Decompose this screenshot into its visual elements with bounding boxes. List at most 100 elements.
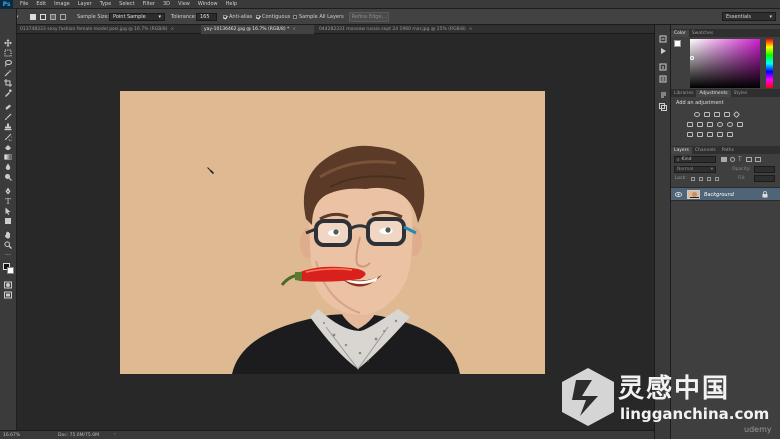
color-balance-icon[interactable] [697,122,703,127]
brightness-contrast-icon[interactable] [694,112,700,117]
anti-alias-checkbox[interactable]: Anti-alias [223,12,252,22]
eye-icon[interactable] [675,192,682,197]
curves-icon[interactable] [714,112,720,117]
menu-file[interactable]: File [16,1,32,7]
close-icon[interactable]: × [292,27,296,32]
tab-swatches[interactable]: Swatches [689,30,717,37]
eyedropper-tool-icon[interactable] [3,89,13,97]
menu-window[interactable]: Window [194,1,222,7]
info-icon[interactable] [659,63,667,71]
filter-type-icon[interactable]: T [738,156,742,163]
hand-tool-icon[interactable] [3,231,13,239]
intersect-selection-icon[interactable] [60,12,68,22]
shape-tool-icon[interactable] [3,217,13,225]
close-icon[interactable]: × [469,27,473,32]
chevron-right-icon[interactable]: › [114,432,116,437]
pen-tool-icon[interactable] [3,187,13,195]
dodge-tool-icon[interactable] [3,173,13,181]
brush-tool-icon[interactable] [3,113,13,121]
tab-layers[interactable]: Layers [671,147,692,154]
path-selection-icon[interactable] [3,207,13,215]
tab-channels[interactable]: Channels [692,147,719,154]
workspace-switcher[interactable]: Essentials ▾ [722,12,776,21]
tab-paths[interactable]: Paths [719,147,737,154]
layer-row-background[interactable]: Background [671,187,780,201]
properties-icon[interactable] [659,75,667,83]
menu-view[interactable]: View [174,1,194,7]
type-tool-icon[interactable]: T [3,197,13,206]
menu-image[interactable]: Image [50,1,74,7]
foreground-color-swatch[interactable] [674,40,681,47]
lock-all-icon[interactable] [715,177,719,181]
threshold-icon[interactable] [707,132,713,137]
tab-color[interactable]: Color [671,30,689,37]
move-tool-icon[interactable] [3,39,13,47]
blur-tool-icon[interactable] [3,163,13,171]
blend-mode-select[interactable]: Normal ▾ [674,166,716,173]
actions-play-icon[interactable] [659,47,667,55]
invert-icon[interactable] [687,132,693,137]
lock-transparent-icon[interactable] [691,177,695,181]
selective-color-icon[interactable] [727,132,733,137]
document-image[interactable] [120,91,545,374]
refine-edge-button[interactable]: Refine Edge... [349,12,389,22]
lock-position-icon[interactable] [707,177,711,181]
layer-name[interactable]: Background [704,192,734,198]
menu-select[interactable]: Select [115,1,138,7]
hue-saturation-icon[interactable] [687,122,693,127]
magic-wand-tool-icon[interactable] [3,69,13,77]
sample-size-select[interactable]: Point Sample ▾ [109,12,165,22]
color-picker-field[interactable] [690,39,760,88]
photo-filter-icon[interactable] [717,122,723,127]
filter-adjustment-icon[interactable] [730,157,735,162]
contiguous-checkbox[interactable]: Contiguous [256,12,290,22]
filter-shape-icon[interactable] [746,157,752,162]
fill-input[interactable] [754,175,775,182]
gradient-map-icon[interactable] [717,132,723,137]
doc-tab-2[interactable]: yay-10136462.jpg @ 16.7% (RGB/8) * × [201,25,314,34]
opacity-input[interactable] [754,166,775,173]
color-lookup-icon[interactable] [737,122,743,127]
filter-pixel-icon[interactable] [721,157,727,162]
tolerance-input[interactable]: 165 [196,12,217,22]
history-icon[interactable] [659,35,667,43]
paragraph-icon[interactable] [659,91,667,99]
lasso-tool-icon[interactable] [3,59,13,67]
doc-tab-3[interactable]: 044282331 monsow russia sept 24 1960 mar… [316,25,496,34]
channel-mixer-icon[interactable] [727,122,733,127]
zoom-tool-icon[interactable] [3,241,13,249]
add-selection-icon[interactable] [40,12,48,22]
hue-slider[interactable] [766,39,773,88]
levels-icon[interactable] [704,112,710,117]
black-white-icon[interactable] [707,122,713,127]
crop-tool-icon[interactable] [3,79,13,87]
tab-styles[interactable]: Styles [731,90,751,97]
layer-filter-select[interactable]: ⌕ Kind [674,156,716,163]
clone-stamp-icon[interactable] [3,123,13,131]
menu-layer[interactable]: Layer [74,1,96,7]
menu-edit[interactable]: Edit [32,1,50,7]
more-tools-icon[interactable]: ··· [3,251,13,259]
screen-mode-icon[interactable] [3,291,13,299]
exposure-icon[interactable] [724,112,730,117]
posterize-icon[interactable] [697,132,703,137]
zoom-level[interactable]: 16.67% [3,433,20,438]
new-selection-icon[interactable] [30,12,38,22]
history-brush-icon[interactable] [3,133,13,141]
marquee-tool-icon[interactable] [3,49,13,57]
menu-type[interactable]: Type [96,1,115,7]
tab-libraries[interactable]: Libraries [671,90,696,97]
menu-help[interactable]: Help [222,1,241,7]
color-swatches[interactable] [3,263,14,275]
filter-smart-object-icon[interactable] [755,157,761,162]
menu-filter[interactable]: Filter [139,1,159,7]
doc-tab-1[interactable]: 013748333 sexy fashion female model posi… [17,25,199,34]
subtract-selection-icon[interactable] [50,12,58,22]
vibrance-icon[interactable] [732,110,741,119]
lock-pixels-icon[interactable] [699,177,703,181]
tab-adjustments[interactable]: Adjustments [696,90,731,97]
gradient-tool-icon[interactable] [3,153,13,161]
quick-mask-icon[interactable] [3,281,13,289]
eraser-tool-icon[interactable] [3,143,13,151]
sample-all-layers-checkbox[interactable]: Sample All Layers [293,12,344,22]
